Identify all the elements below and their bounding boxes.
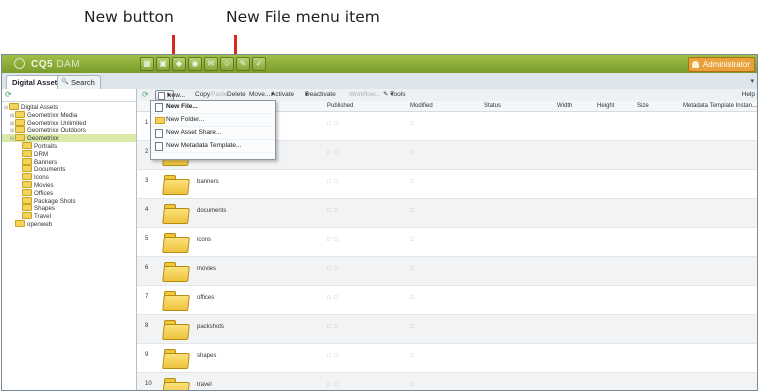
folder-icon: [15, 118, 25, 126]
cq5-dam-window: CQ5 DAM ▦ ▣ ◆ ◉ ✉ ☺ ✎ ✓ Administrator Di…: [1, 54, 758, 391]
table-row[interactable]: 9 shapes □ □ □: [137, 344, 757, 373]
file-icon: [155, 103, 163, 112]
col-metadata[interactable]: Metadata Template Instan...: [683, 101, 757, 111]
folder-icon: [162, 319, 190, 340]
new-button-annotation: New button: [84, 8, 174, 26]
menu-new-folder[interactable]: New Folder...: [151, 114, 275, 127]
tree-child[interactable]: DRM: [2, 149, 136, 158]
tree-root[interactable]: ⊟ Digital Assets: [2, 103, 136, 111]
folder-icon: [22, 149, 32, 157]
user-menu[interactable]: Administrator: [687, 57, 755, 72]
menu-new-file[interactable]: New File...: [151, 101, 275, 114]
folder-icon: [162, 261, 190, 282]
tree-child[interactable]: Icons: [2, 173, 136, 181]
tree-child[interactable]: Travel: [2, 212, 136, 220]
col-published[interactable]: Published: [327, 101, 353, 111]
tree-child[interactable]: Shapes: [2, 204, 136, 212]
tree-child[interactable]: Portraits: [2, 141, 136, 150]
file-icon: [155, 129, 163, 138]
top-toolbar-icons: ▦ ▣ ◆ ◉ ✉ ☺ ✎ ✓: [140, 57, 266, 71]
folder-icon: [22, 188, 32, 196]
folder-icon: [162, 377, 190, 390]
tab-bar: Digital Assets Search ▾: [2, 73, 757, 90]
tree-refresh-icon[interactable]: ⟳: [2, 89, 136, 102]
users-icon[interactable]: ☺: [220, 57, 234, 71]
table-row[interactable]: 10 travel □ □ □: [137, 373, 757, 390]
folder-icon: [22, 212, 32, 220]
campaigns-icon[interactable]: ◉: [188, 57, 202, 71]
table-row[interactable]: 7 offices □ □ □: [137, 286, 757, 315]
folder-icon: [22, 196, 32, 204]
deactivate-button[interactable]: Deactivate ▾: [305, 89, 336, 101]
col-height[interactable]: Height: [597, 101, 614, 111]
logo: CQ5 DAM: [14, 58, 80, 70]
websites-icon[interactable]: ▦: [140, 57, 154, 71]
folder-icon: [22, 157, 32, 165]
col-size[interactable]: Size: [637, 101, 649, 111]
folder-icon: [155, 117, 165, 124]
col-width[interactable]: Width: [557, 101, 572, 111]
folder-icon: [22, 204, 32, 212]
refresh-icon[interactable]: ⟳: [142, 89, 149, 101]
tree-child[interactable]: Offices: [2, 188, 136, 197]
new-file-annotation: New File menu item: [226, 8, 380, 26]
folder-icon: [162, 174, 190, 195]
tree-item[interactable]: ⊞ Geometrixx Media: [2, 110, 136, 119]
workflow-button[interactable]: Workflow...: [349, 89, 381, 101]
tab-search[interactable]: Search: [57, 75, 101, 89]
folder-icon: [15, 126, 25, 134]
new-dropdown-menu: New File... New Folder... New Asset Shar…: [150, 100, 276, 160]
folder-icon: [22, 165, 32, 173]
tree-child[interactable]: Package Shots: [2, 196, 136, 205]
top-bar: CQ5 DAM ▦ ▣ ◆ ◉ ✉ ☺ ✎ ✓ Administrator: [2, 55, 757, 73]
tree-child[interactable]: Documents: [2, 165, 136, 173]
tree-child[interactable]: Movies: [2, 180, 136, 189]
col-modified[interactable]: Modified: [410, 101, 433, 111]
folder-icon: [162, 232, 190, 253]
folder-icon: [162, 203, 190, 224]
tools-button[interactable]: ✎ Tools ▾: [383, 89, 405, 101]
tools-icon[interactable]: ✎: [236, 57, 250, 71]
col-status[interactable]: Status: [484, 101, 501, 111]
tagging-icon[interactable]: ✓: [252, 57, 266, 71]
tree-item[interactable]: ⊞ Geometrixx Outdoors: [2, 126, 136, 134]
tree-item[interactable]: openweb: [2, 219, 136, 228]
community-icon[interactable]: ◆: [172, 57, 186, 71]
tree-child[interactable]: Banners: [2, 157, 136, 166]
table-row[interactable]: 5 icons □ □ □: [137, 228, 757, 257]
folder-icon: [22, 180, 32, 188]
menu-new-metadata-template[interactable]: New Metadata Template...: [151, 140, 275, 153]
table-row[interactable]: 4 documents □ □ □: [137, 199, 757, 228]
folder-icon: [15, 219, 25, 227]
table-row[interactable]: 6 movies □ □ □: [137, 257, 757, 286]
inbox-icon[interactable]: ✉: [204, 57, 218, 71]
folder-icon: [9, 103, 19, 110]
close-icon[interactable]: ▾: [750, 77, 754, 85]
digital-assets-icon[interactable]: ▣: [156, 57, 170, 71]
folder-tree: ⊟ Digital Assets ⊞ Geometrixx Media ⊞ Geome…: [2, 103, 136, 228]
file-icon: [155, 142, 163, 151]
table-row[interactable]: 3 banners □ □ □: [137, 170, 757, 199]
folder-icon: [15, 134, 25, 142]
folder-icon: [162, 290, 190, 311]
folder-icon: [15, 110, 25, 118]
tree-item-selected[interactable]: ⊟ Geometrixx: [2, 134, 136, 142]
tree-panel: ⟳ ⊟ Digital Assets ⊞ Geometrixx Media ⊞ Geo…: [2, 89, 137, 390]
folder-icon: [162, 348, 190, 369]
table-row[interactable]: 8 packshots □ □ □: [137, 315, 757, 344]
menu-new-asset-share[interactable]: New Asset Share...: [151, 127, 275, 140]
help-button[interactable]: Help: [742, 89, 755, 101]
tree-item[interactable]: ⊞ Geometrixx Unlimited: [2, 118, 136, 127]
folder-icon: [22, 141, 32, 149]
folder-icon: [22, 173, 32, 181]
